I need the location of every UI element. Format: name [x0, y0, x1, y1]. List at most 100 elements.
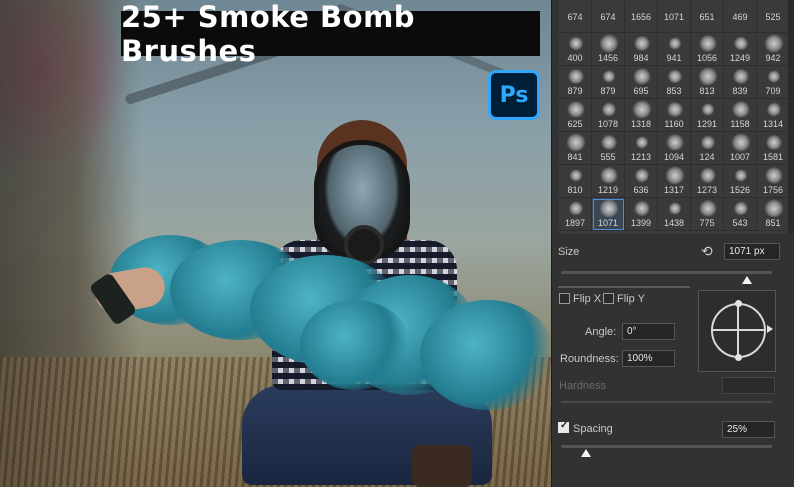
brush-size-label: 1291 [696, 119, 718, 129]
brush-preset[interactable]: 1213 [625, 132, 658, 165]
size-label: Size [558, 246, 580, 258]
smoke-brush-thumbnail [697, 66, 719, 87]
brush-preset[interactable]: 1756 [757, 163, 790, 198]
brush-size-label: 1056 [696, 53, 718, 63]
brush-preset[interactable]: 1656 [625, 0, 658, 33]
brush-preset[interactable]: 1399 [625, 197, 658, 231]
brush-preset[interactable]: 709 [757, 66, 790, 99]
brush-preset[interactable]: 879 [592, 66, 625, 99]
spacing-field[interactable]: 25% [722, 421, 775, 438]
brush-preset[interactable]: 1317 [658, 164, 691, 198]
size-slider-thumb[interactable] [741, 276, 752, 284]
brush-preset[interactable]: 400 [559, 33, 592, 66]
brush-preset[interactable]: 775 [691, 196, 724, 231]
brush-preset[interactable]: 1094 [658, 131, 691, 165]
brush-preset[interactable]: 813 [691, 66, 724, 99]
flip-x-checkbox[interactable] [559, 293, 570, 304]
brush-preset[interactable]: 1249 [724, 33, 757, 66]
size-slider-track[interactable] [561, 271, 772, 274]
brush-size-label: 879 [600, 86, 616, 96]
spacing-slider-thumb[interactable] [581, 449, 592, 457]
brush-preset[interactable]: 555 [592, 131, 625, 165]
divider [558, 286, 690, 288]
brush-preset[interactable]: 1071 [592, 197, 625, 231]
brush-preset[interactable]: 1456 [592, 31, 625, 66]
brush-preset[interactable]: 984 [625, 33, 658, 66]
roundness-handle[interactable] [735, 300, 742, 307]
flip-y-checkbox[interactable] [603, 293, 614, 304]
brush-preset[interactable]: 1273 [691, 164, 724, 198]
brush-preset[interactable]: 636 [625, 165, 658, 198]
brush-size-label: 400 [567, 53, 583, 63]
smoke-brush-thumbnail [663, 131, 687, 154]
brush-preset[interactable]: 1581 [757, 131, 790, 165]
smoke-brush-thumbnail [668, 202, 682, 215]
reset-size-icon[interactable]: ⟲ [701, 243, 713, 260]
smoke-brush-thumbnail [632, 33, 652, 54]
brush-preset[interactable]: 1291 [691, 99, 724, 132]
brush-size-label: 941 [666, 53, 682, 63]
spacing-slider-track[interactable] [561, 445, 772, 448]
brush-preset[interactable]: 543 [724, 198, 757, 231]
size-row: Size ⟲ 1071 px [558, 243, 788, 263]
smoke-brush-thumbnail [565, 99, 587, 120]
brush-preset[interactable]: 1158 [724, 99, 757, 132]
brush-preset[interactable]: 810 [559, 165, 592, 198]
brush-preset[interactable]: 1056 [691, 33, 724, 66]
brush-preset[interactable]: 1314 [757, 99, 790, 132]
brush-preset[interactable]: 674 [559, 0, 592, 33]
brush-preset[interactable]: 1078 [592, 99, 625, 132]
size-field[interactable]: 1071 px [724, 243, 780, 260]
brush-preset[interactable]: 525 [757, 0, 790, 33]
brush-size-label: 984 [633, 53, 649, 63]
smoke-brush-thumbnail [732, 200, 750, 217]
brush-preset[interactable]: 941 [658, 33, 691, 66]
brush-preset[interactable]: 695 [625, 66, 658, 99]
brush-preset[interactable]: 1160 [658, 98, 691, 132]
brush-size-label: 674 [600, 12, 616, 22]
brush-preset[interactable]: 469 [724, 0, 757, 33]
flip-x-label: Flip X [573, 293, 602, 305]
brush-size-label: 1581 [762, 152, 784, 162]
brush-size-label: 124 [699, 152, 715, 162]
brush-preset[interactable]: 124 [691, 132, 724, 165]
brush-preset[interactable]: 1897 [559, 198, 592, 231]
smoke-brush-thumbnail [596, 31, 622, 56]
angle-roundness-widget[interactable] [698, 290, 776, 372]
brush-preset[interactable]: 841 [559, 132, 592, 165]
brush-size-label: 1219 [597, 185, 619, 195]
grid-scrollbar[interactable] [788, 0, 794, 234]
brush-preset[interactable]: 625 [559, 99, 592, 132]
brush-preset[interactable]: 839 [724, 66, 757, 99]
smoke-brush-thumbnail [765, 68, 783, 85]
brush-preset[interactable]: 853 [658, 66, 691, 99]
smoke-plume [420, 300, 551, 410]
smoke-brush-thumbnail [699, 101, 717, 118]
brush-size-label: 841 [567, 152, 583, 162]
brush-preset[interactable]: 1438 [658, 198, 691, 231]
brush-preset[interactable]: 879 [559, 66, 592, 99]
brush-preset[interactable]: 851 [757, 196, 790, 231]
brush-preset[interactable]: 1526 [724, 165, 757, 198]
brush-size-label: 625 [567, 119, 583, 129]
angle-field[interactable]: 0° [622, 323, 675, 340]
brush-size-label: 636 [633, 185, 649, 195]
brush-size-label: 1273 [696, 185, 718, 195]
roundness-handle[interactable] [735, 354, 742, 361]
brush-preset[interactable]: 1318 [625, 99, 658, 132]
brush-preset[interactable]: 674 [592, 0, 625, 33]
brush-size-label: 1656 [630, 12, 652, 22]
roundness-field[interactable]: 100% [622, 350, 675, 367]
brush-preset[interactable]: 942 [757, 32, 790, 66]
brush-preset[interactable]: 651 [691, 0, 724, 33]
smoke-brush-thumbnail [566, 199, 586, 218]
brush-size-label: 709 [765, 86, 781, 96]
smoke-brush-thumbnail [634, 135, 650, 150]
angle-arrow-icon[interactable] [767, 325, 773, 333]
smoke-brush-thumbnail [734, 168, 748, 183]
smoke-brush-thumbnail [599, 99, 619, 120]
brush-preset[interactable]: 1007 [724, 132, 757, 165]
brush-preset[interactable]: 1071 [658, 0, 691, 33]
brush-preset[interactable]: 1219 [592, 164, 625, 198]
spacing-checkbox[interactable] [558, 420, 569, 433]
